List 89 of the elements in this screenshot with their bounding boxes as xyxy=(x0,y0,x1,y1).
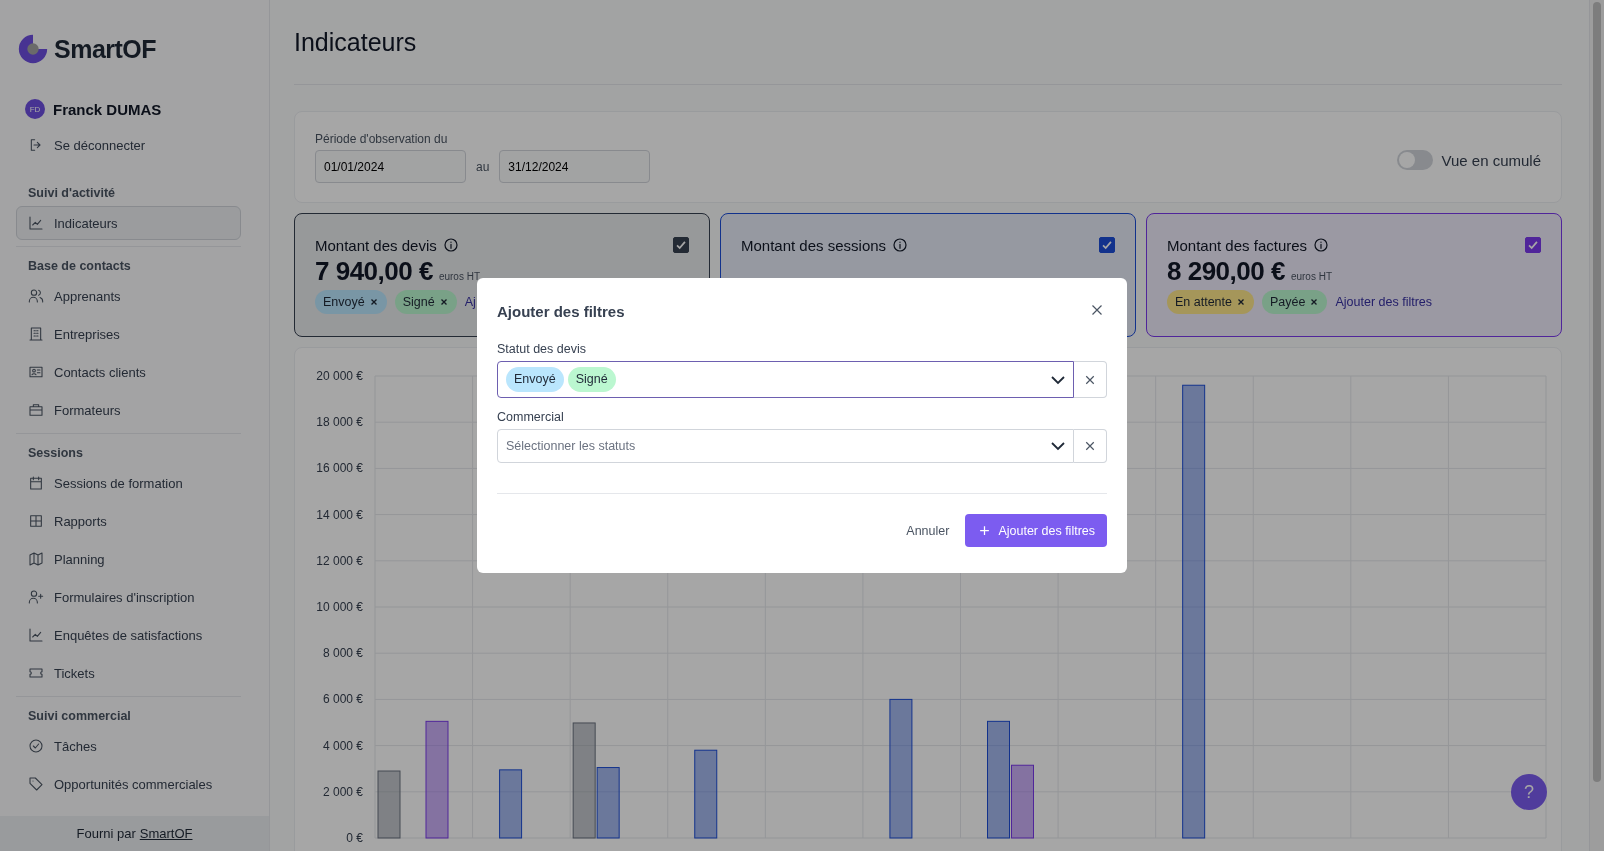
checkbox[interactable] xyxy=(1525,237,1541,253)
amount: 8 290,00 € xyxy=(1167,256,1285,287)
chart-icon xyxy=(28,627,44,643)
unit-label: euros HT xyxy=(1290,271,1332,282)
scrollbar[interactable] xyxy=(1589,0,1604,851)
sidebar-item[interactable]: Enquêtes de satisfactions xyxy=(16,618,241,652)
toggle-switch[interactable] xyxy=(1397,150,1434,170)
building-icon xyxy=(28,326,44,342)
y-axis-label: 2 000 € xyxy=(322,784,363,799)
info-icon xyxy=(442,237,459,253)
add-filters-link[interactable]: Aj xyxy=(464,295,476,309)
period-label: Période d'observation du xyxy=(315,132,449,146)
sidebar-item[interactable]: Rapports xyxy=(16,504,241,538)
map-icon xyxy=(28,551,44,567)
y-axis-label: 12 000 € xyxy=(316,553,363,568)
user-plus-icon xyxy=(28,589,44,605)
footer-link[interactable]: SmartOF xyxy=(139,826,193,841)
page-title: Indicateurs xyxy=(294,27,418,58)
unit-label: euros HT xyxy=(438,271,480,282)
avatar: FD xyxy=(25,99,45,119)
y-axis-label: 18 000 € xyxy=(316,415,363,430)
section-title: Sessions xyxy=(27,446,84,460)
section-title: Base de contacts xyxy=(27,259,132,273)
remove-icon[interactable] xyxy=(438,297,449,307)
brand-name: SmartOF xyxy=(54,34,157,64)
filter-tag[interactable]: Signé xyxy=(394,290,457,314)
id-card-icon xyxy=(28,364,44,380)
sidebar-item[interactable]: Entreprises xyxy=(16,317,241,351)
sidebar-item[interactable]: Formateurs xyxy=(16,393,241,427)
cancel-button[interactable]: Annuler xyxy=(906,523,950,538)
field-label: Commercial xyxy=(497,410,565,424)
card-title: Montant des factures xyxy=(1167,236,1308,254)
field-label: Statut des devis xyxy=(497,342,587,356)
info-icon xyxy=(892,237,909,253)
status-chip[interactable]: Envoyé xyxy=(506,367,564,392)
ticket-icon xyxy=(28,665,44,681)
filter-tag[interactable]: En attente xyxy=(1167,290,1254,314)
filter-tag[interactable]: Payée xyxy=(1262,290,1328,314)
sidebar-item[interactable]: Planning xyxy=(16,542,241,576)
user-name: Franck DUMAS xyxy=(53,100,162,118)
y-axis-label: 20 000 € xyxy=(316,369,363,383)
status-chip[interactable]: Signé xyxy=(567,367,616,392)
y-axis-label: 6 000 € xyxy=(322,692,363,707)
briefcase-icon xyxy=(28,402,44,418)
sidebar-item[interactable]: Sessions de formation xyxy=(16,466,241,500)
remove-icon[interactable] xyxy=(368,297,379,307)
section-title: Suivi d'activité xyxy=(27,186,117,200)
y-axis-label: 14 000 € xyxy=(316,507,363,522)
info-icon xyxy=(1313,237,1330,253)
remove-icon[interactable] xyxy=(1309,297,1320,307)
toggle-label: Vue en cumulé xyxy=(1441,151,1541,169)
dialog-title: Ajouter des filtres xyxy=(497,302,625,320)
end-date-field[interactable]: 31/12/2024 xyxy=(499,150,651,183)
sidebar-item[interactable]: Tâches xyxy=(16,729,241,763)
y-axis-label: 0 € xyxy=(346,831,363,845)
chevron-down-icon xyxy=(1051,375,1065,384)
filter-tag[interactable]: Envoyé xyxy=(315,290,387,314)
start-date-field[interactable]: 01/01/2024 xyxy=(315,150,466,183)
select-field[interactable]: Sélectionner les statuts xyxy=(497,429,1074,463)
y-axis-label: 10 000 € xyxy=(316,600,363,614)
checkbox[interactable] xyxy=(1099,237,1115,253)
add-filters-link[interactable]: Ajouter des filtres xyxy=(1335,295,1433,309)
y-axis-label: 16 000 € xyxy=(316,461,363,476)
remove-icon[interactable] xyxy=(1236,297,1246,307)
card-title: Montant des devis xyxy=(315,236,437,254)
users-icon xyxy=(28,288,44,304)
add-filters-button[interactable]: Ajouter des filtres xyxy=(965,514,1107,547)
y-axis-label: 4 000 € xyxy=(322,738,363,753)
footer-text: Fourni par xyxy=(76,826,136,841)
y-axis-label: 8 000 € xyxy=(322,646,363,661)
sidebar-item[interactable]: Indicateurs xyxy=(16,206,241,240)
checkbox[interactable] xyxy=(673,237,689,253)
logout-link[interactable]: Se déconnecter xyxy=(16,128,241,162)
sidebar-item[interactable]: Opportunités commerciales xyxy=(16,767,241,801)
amount: 7 940,00 € xyxy=(315,256,433,287)
calendar-icon xyxy=(28,475,44,491)
grid-icon xyxy=(28,513,44,529)
select-field[interactable]: Envoyé Signé xyxy=(497,361,1074,398)
sidebar-item[interactable]: Apprenants xyxy=(16,279,241,313)
sidebar-item[interactable]: Tickets xyxy=(16,656,241,690)
logo-icon xyxy=(16,32,50,66)
card-title: Montant des sessions xyxy=(741,236,887,254)
sidebar-item[interactable]: Formulaires d'inscription xyxy=(16,580,241,614)
tag-icon xyxy=(28,776,44,792)
chevron-down-icon xyxy=(1051,442,1065,450)
section-title: Suivi commercial xyxy=(27,709,132,723)
between-label: au xyxy=(476,159,490,174)
sidebar-item[interactable]: Contacts clients xyxy=(16,355,241,389)
chart-icon xyxy=(28,215,44,231)
